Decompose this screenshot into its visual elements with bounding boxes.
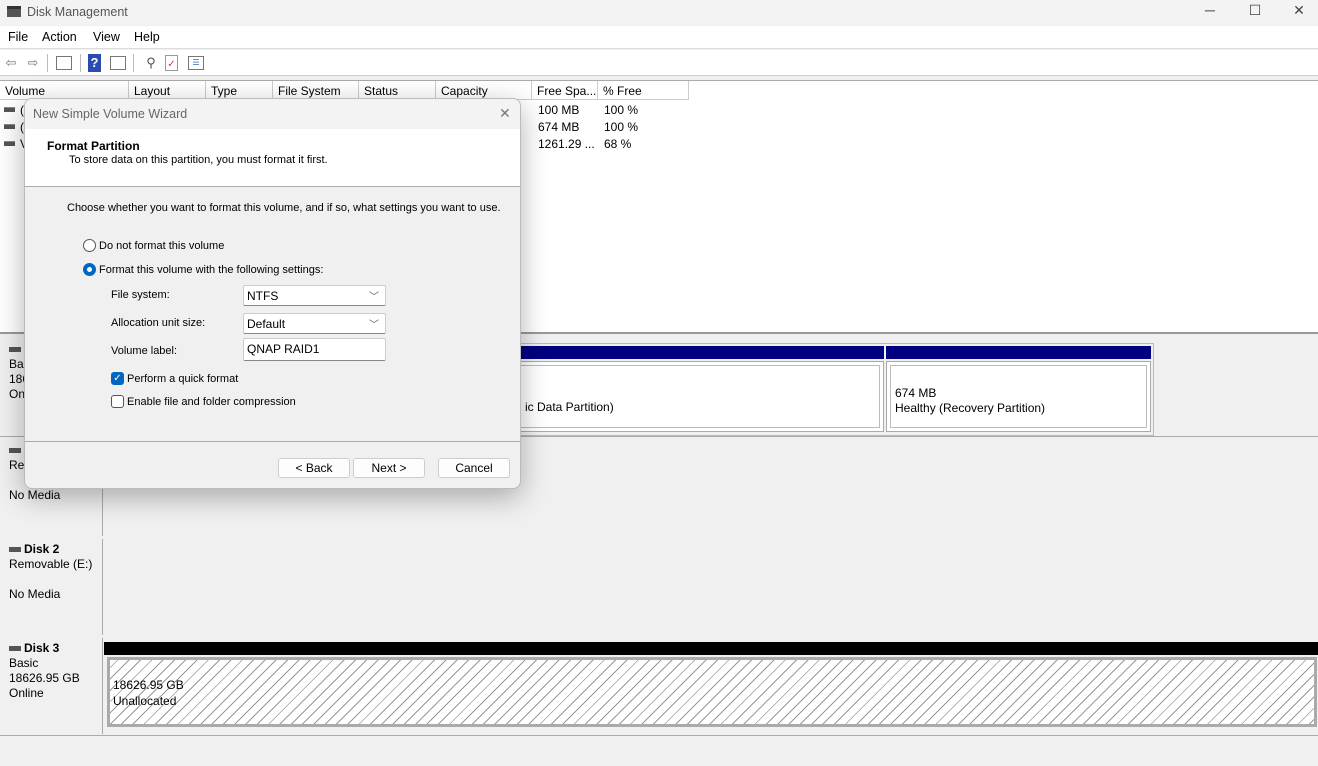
disk-icon bbox=[9, 448, 21, 454]
disk-status: No Media bbox=[9, 488, 61, 502]
recovery-partition[interactable]: 674 MB Healthy (Recovery Partition) bbox=[886, 361, 1151, 432]
free-space: 1261.29 ... bbox=[538, 137, 595, 151]
file-system-value: NTFS bbox=[247, 289, 279, 303]
toolbar-separator bbox=[133, 54, 134, 72]
compression-label[interactable]: Enable file and folder compression bbox=[127, 396, 296, 408]
chevron-down-icon: ﹀ bbox=[369, 320, 379, 331]
disk-type: Removable (E:) bbox=[9, 557, 93, 571]
allocation-unit-value: Default bbox=[247, 317, 286, 331]
instruction-text: Choose whether you want to format this v… bbox=[67, 202, 501, 214]
disk-icon bbox=[9, 646, 21, 652]
disk-name: Disk 3 bbox=[24, 641, 60, 655]
back-icon[interactable]: ⇦ bbox=[2, 54, 20, 72]
volume-label-value: QNAP RAID1 bbox=[247, 342, 320, 356]
check-icon[interactable]: ✓ bbox=[165, 55, 178, 71]
page-subheading: To store data on this partition, you mus… bbox=[69, 154, 328, 166]
disk-size: 18626.95 GB bbox=[9, 671, 80, 685]
disk-icon bbox=[9, 547, 21, 553]
volume-label-label: Volume label: bbox=[111, 345, 178, 357]
forward-icon[interactable]: ⇨ bbox=[24, 54, 42, 72]
quick-format-checkbox[interactable]: ✓ bbox=[111, 372, 124, 385]
partition-label: ic Data Partition) bbox=[525, 400, 614, 414]
radio-format[interactable] bbox=[83, 263, 96, 276]
disk-icon bbox=[9, 347, 21, 353]
percent-free: 100 % bbox=[604, 103, 639, 117]
dialog-title-bar: New Simple Volume Wizard ✕ bbox=[25, 99, 520, 129]
action-pane-icon[interactable] bbox=[110, 56, 126, 70]
disk-status: Online bbox=[9, 686, 44, 700]
disk-status: On bbox=[9, 387, 26, 401]
page-heading: Format Partition bbox=[47, 139, 140, 153]
radio-do-not-format-label[interactable]: Do not format this volume bbox=[99, 240, 224, 252]
close-button[interactable]: ✕ bbox=[1279, 2, 1318, 22]
disk-type: Re bbox=[9, 458, 25, 472]
maximize-button[interactable]: ☐ bbox=[1235, 2, 1275, 22]
toolbar-separator bbox=[47, 54, 48, 72]
menu-file[interactable]: File bbox=[8, 30, 28, 44]
new-simple-volume-wizard-dialog: New Simple Volume Wizard ✕ Format Partit… bbox=[24, 98, 521, 489]
minimize-button[interactable]: ─ bbox=[1190, 2, 1230, 22]
dialog-title: New Simple Volume Wizard bbox=[33, 107, 188, 121]
rescan-icon[interactable]: ⚲ bbox=[142, 54, 160, 72]
disk-type: Basic bbox=[9, 656, 39, 670]
dialog-separator bbox=[25, 441, 520, 442]
window-title: Disk Management bbox=[27, 5, 128, 19]
radio-format-label[interactable]: Format this volume with the following se… bbox=[99, 264, 323, 276]
allocation-unit-label: Allocation unit size: bbox=[111, 317, 206, 329]
partition-size: 674 MB bbox=[895, 386, 937, 400]
next-button[interactable]: Next > bbox=[353, 458, 425, 478]
free-space: 674 MB bbox=[538, 120, 580, 134]
partition-label: Healthy (Recovery Partition) bbox=[895, 401, 1046, 415]
help-icon[interactable]: ? bbox=[88, 54, 101, 72]
percent-free: 68 % bbox=[604, 137, 632, 151]
volume-icon bbox=[4, 107, 15, 112]
column-free-space[interactable]: Free Spa... bbox=[532, 81, 598, 100]
file-system-label: File system: bbox=[111, 289, 170, 301]
compression-checkbox[interactable] bbox=[111, 395, 124, 408]
partition-label: Unallocated bbox=[113, 694, 177, 708]
disk-name: Disk 2 bbox=[24, 542, 60, 556]
radio-do-not-format[interactable] bbox=[83, 239, 96, 252]
chevron-down-icon: ﹀ bbox=[369, 292, 379, 303]
file-system-select[interactable]: NTFS ﹀ bbox=[243, 285, 386, 306]
column-percent-free[interactable]: % Free bbox=[598, 81, 689, 100]
menu-action[interactable]: Action bbox=[42, 30, 77, 44]
disk-2-row: Disk 2 Removable (E:) No Media bbox=[0, 537, 1318, 637]
disk-3-row: Disk 3 Basic 18626.95 GB Online 18626.95… bbox=[0, 636, 1318, 736]
partition-size: 18626.95 GB bbox=[113, 678, 184, 692]
properties-icon[interactable]: ☰ bbox=[188, 56, 204, 70]
quick-format-label[interactable]: Perform a quick format bbox=[127, 373, 238, 385]
menu-view[interactable]: View bbox=[93, 30, 120, 44]
cancel-button[interactable]: Cancel bbox=[438, 458, 510, 478]
toolbar: ⇦ ⇨ ? ⚲ ✓ ☰ bbox=[0, 50, 1318, 76]
title-bar: Disk Management ─ ☐ ✕ bbox=[0, 0, 1318, 25]
back-button[interactable]: < Back bbox=[278, 458, 350, 478]
allocation-unit-select[interactable]: Default ﹀ bbox=[243, 313, 386, 334]
toolbar-separator bbox=[80, 54, 81, 72]
volume-icon bbox=[4, 141, 15, 146]
free-space: 100 MB bbox=[538, 103, 580, 117]
dialog-header: Format Partition To store data on this p… bbox=[25, 129, 520, 187]
disk-3-label[interactable]: Disk 3 Basic 18626.95 GB Online bbox=[0, 638, 103, 734]
menu-bar: File Action View Help bbox=[0, 26, 1318, 49]
unallocated-partition[interactable]: 18626.95 GB Unallocated bbox=[107, 657, 1317, 727]
console-tree-icon[interactable] bbox=[56, 56, 72, 70]
menu-help[interactable]: Help bbox=[134, 30, 160, 44]
disk-status: No Media bbox=[9, 587, 61, 601]
partition-bar bbox=[886, 346, 1151, 359]
percent-free: 100 % bbox=[604, 120, 639, 134]
volume-label-input[interactable]: QNAP RAID1 bbox=[243, 338, 386, 361]
disk-2-label[interactable]: Disk 2 Removable (E:) No Media bbox=[0, 539, 103, 635]
volume-icon bbox=[4, 124, 15, 129]
dialog-close-button[interactable]: ✕ bbox=[499, 105, 511, 122]
partition-bar bbox=[104, 642, 1318, 655]
disk-management-icon bbox=[7, 6, 21, 17]
